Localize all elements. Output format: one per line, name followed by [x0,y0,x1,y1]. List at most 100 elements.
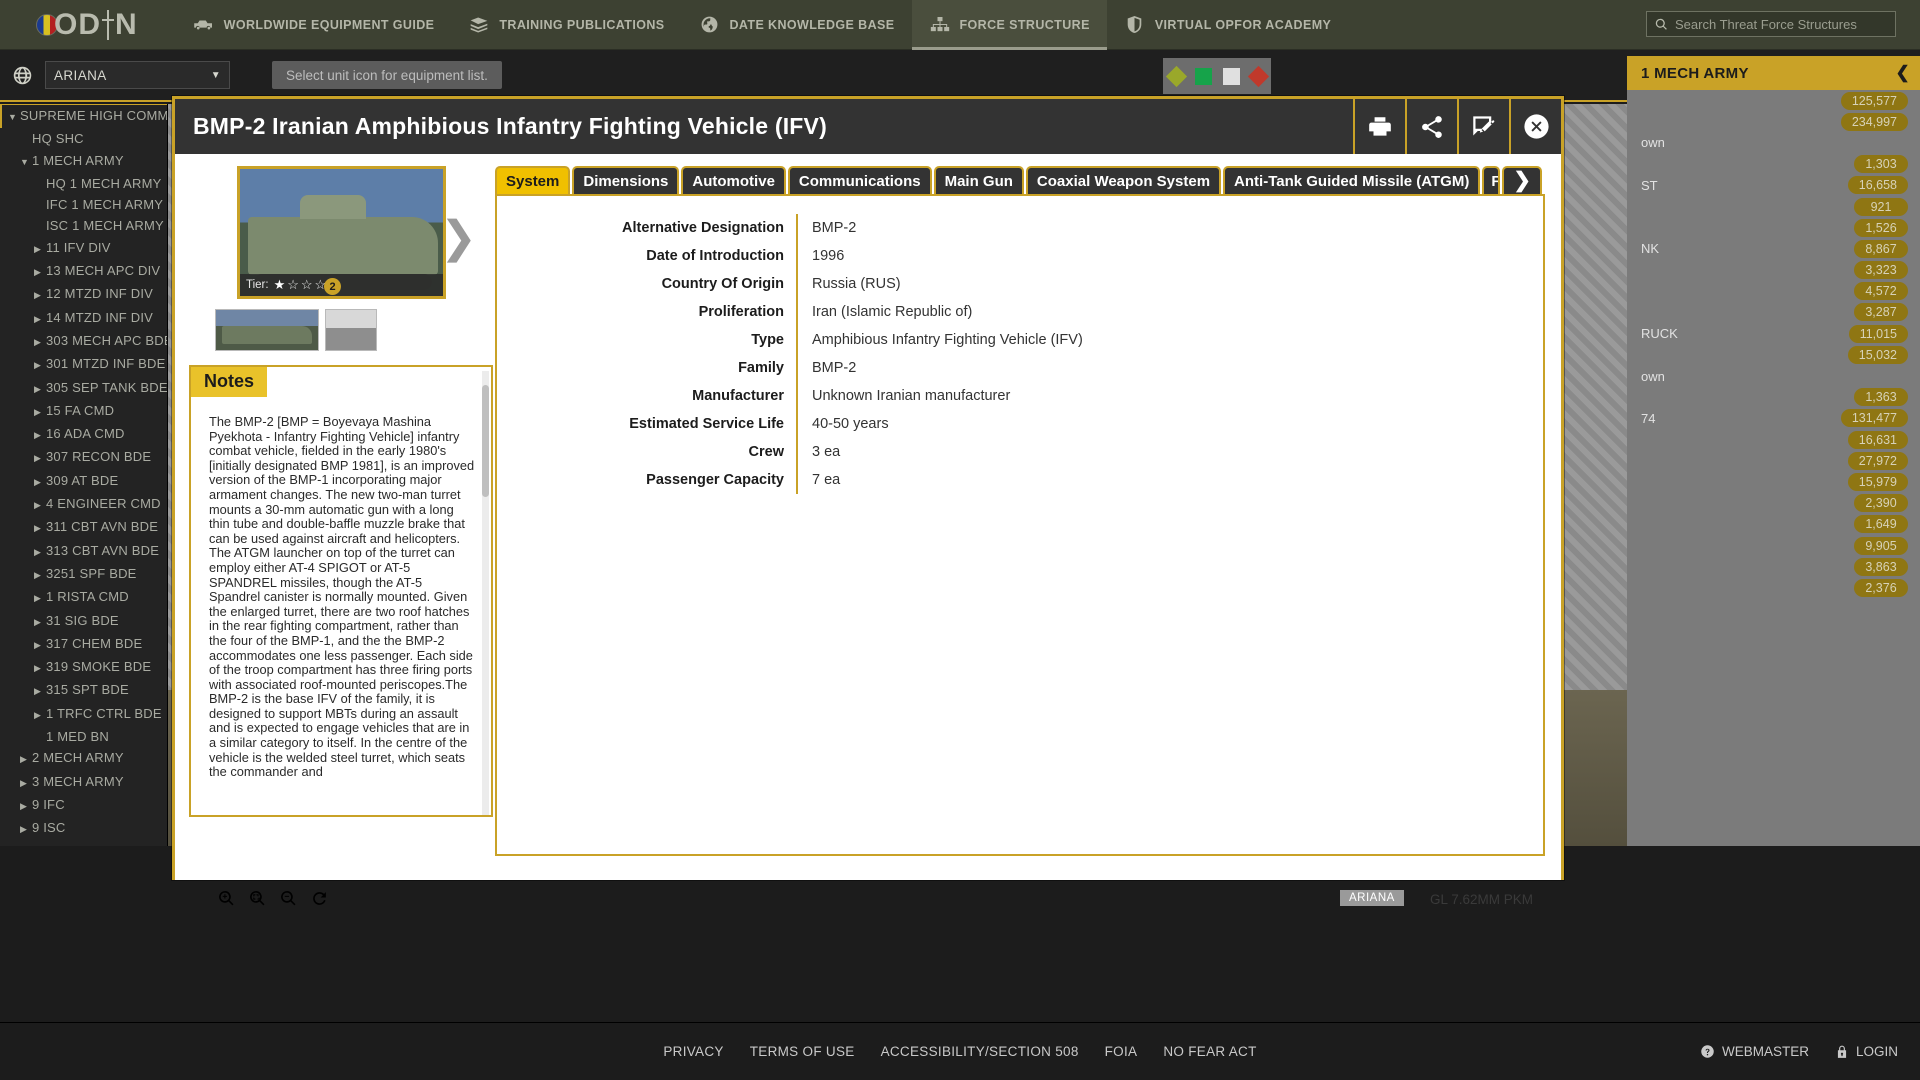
tree-item-1-med-bn[interactable]: 1 MED BN [0,726,167,747]
close-button[interactable] [1509,99,1561,154]
print-button[interactable] [1353,99,1405,154]
equipment-count-row[interactable]: 16,631 [1627,429,1920,450]
tree-item-2-mech-army[interactable]: ▶2 MECH ARMY [0,747,167,770]
chevron-right-icon[interactable]: ▶ [34,612,46,633]
equipment-count-row[interactable]: 3,287 [1627,302,1920,323]
map-zoom-controls[interactable] [218,890,328,912]
nav-item-virtual-opfor-academy[interactable]: VIRTUAL OPFOR ACADEMY [1107,0,1348,50]
chevron-right-icon[interactable]: ▶ [34,472,46,493]
tab-main-gun[interactable]: Main Gun [934,166,1024,196]
tab-communications[interactable]: Communications [788,166,932,196]
tree-item-9-isc[interactable]: ▶9 ISC [0,817,167,840]
tree-item-hq-1-mech-army[interactable]: HQ 1 MECH ARMY [0,173,167,194]
tree-item-isc-1-mech-army[interactable]: ISC 1 MECH ARMY [0,215,167,236]
tree-item-13-mech-apc-div[interactable]: ▶13 MECH APC DIV [0,260,167,283]
nav-item-worldwide-equipment-guide[interactable]: WORLDWIDE EQUIPMENT GUIDE [176,0,452,50]
share-button[interactable] [1405,99,1457,154]
tree-item-319-smoke-bde[interactable]: ▶319 SMOKE BDE [0,656,167,679]
chevron-right-icon[interactable]: ▶ [34,355,46,376]
chevron-right-icon[interactable]: ▶ [34,425,46,446]
legend-swatch-3[interactable] [1247,65,1268,86]
gallery-next-button[interactable]: ❯ [440,216,477,260]
equipment-count-row[interactable]: 921 [1627,196,1920,217]
tree-item-16-ada-cmd[interactable]: ▶16 ADA CMD [0,423,167,446]
equipment-count-panel[interactable]: 125,577234,997own1,303ST16,6589211,526NK… [1627,90,1920,846]
chevron-down-icon[interactable]: ▼ [8,107,20,128]
tree-item-303-mech-apc-bde[interactable]: ▶303 MECH APC BDE [0,330,167,353]
zoom-in-icon[interactable] [218,890,235,912]
equipment-count-row[interactable]: NK8,867 [1627,238,1920,259]
chevron-right-icon[interactable]: ▶ [20,819,32,840]
tree-item-311-cbt-avn-bde[interactable]: ▶311 CBT AVN BDE [0,516,167,539]
equipment-count-row[interactable]: 9,905 [1627,535,1920,556]
footer-link-accessibility-section-508[interactable]: ACCESSIBILITY/SECTION 508 [881,1044,1079,1059]
notes-edit-button[interactable] [1457,99,1509,154]
chevron-right-icon[interactable]: ▶ [34,635,46,656]
tree-item-11-ifv-div[interactable]: ▶11 IFV DIV [0,237,167,260]
chevron-right-icon[interactable]: ▶ [20,749,32,770]
tab-coaxial-weapon-system[interactable]: Coaxial Weapon System [1026,166,1221,196]
status-legend[interactable] [1163,58,1271,94]
equipment-count-row[interactable]: 15,979 [1627,471,1920,492]
chevron-right-icon[interactable]: ▶ [34,495,46,516]
tree-item-1-mech-army[interactable]: ▼1 MECH ARMY [0,150,167,173]
tree-item-31-sig-bde[interactable]: ▶31 SIG BDE [0,610,167,633]
tree-item-1-trfc-ctrl-bde[interactable]: ▶1 TRFC CTRL BDE [0,703,167,726]
tree-item-309-at-bde[interactable]: ▶309 AT BDE [0,470,167,493]
chevron-right-icon[interactable]: ▶ [34,448,46,469]
footer-link-foia[interactable]: FOIA [1105,1044,1138,1059]
equipment-count-row[interactable]: RUCK11,015 [1627,323,1920,344]
chevron-down-icon[interactable]: ▼ [20,152,32,173]
tree-item-supreme-high-comm[interactable]: ▼SUPREME HIGH COMM [0,104,167,128]
chevron-right-icon[interactable]: ▶ [34,658,46,679]
equipment-count-row[interactable]: 2,390 [1627,493,1920,514]
chevron-right-icon[interactable]: ▶ [34,262,46,283]
chevron-right-icon[interactable]: ▶ [34,681,46,702]
tree-item-15-fa-cmd[interactable]: ▶15 FA CMD [0,400,167,423]
search-box[interactable] [1646,11,1896,37]
tree-item-305-sep-tank-bde[interactable]: ▶305 SEP TANK BDE [0,377,167,400]
equipment-count-row[interactable]: 1,363 [1627,387,1920,408]
tree-item-12-mtzd-inf-div[interactable]: ▶12 MTZD INF DIV [0,283,167,306]
tab-anti-tank-guided-missile-atgm[interactable]: Anti-Tank Guided Missile (ATGM) [1223,166,1480,196]
legend-swatch-2[interactable] [1223,68,1240,85]
gallery-thumbnail[interactable] [325,309,377,351]
footer-link-no-fear-act[interactable]: NO FEAR ACT [1163,1044,1256,1059]
notes-body[interactable]: The BMP-2 [BMP = Boyevaya Mashina Pyekho… [191,405,491,815]
tree-item-hq-shc[interactable]: HQ SHC [0,128,167,149]
login-link[interactable]: LOGIN [1835,1044,1898,1059]
chevron-right-icon[interactable]: ▶ [34,309,46,330]
tree-item-4-engineer-cmd[interactable]: ▶4 ENGINEER CMD [0,493,167,516]
equipment-count-row[interactable]: 125,577 [1627,90,1920,111]
collapse-arrow-icon[interactable]: ❮ [1895,63,1910,83]
equipment-count-row[interactable]: 3,863 [1627,556,1920,577]
equipment-count-row[interactable]: 1,649 [1627,514,1920,535]
chevron-right-icon[interactable]: ▶ [34,239,46,260]
chevron-right-icon[interactable]: ▶ [34,402,46,423]
equipment-count-row[interactable]: own [1627,132,1920,153]
equipment-count-row[interactable]: 4,572 [1627,281,1920,302]
notes-scrollbar[interactable] [482,371,489,815]
reset-icon[interactable] [311,890,328,912]
tab-dimensions[interactable]: Dimensions [572,166,679,196]
equipment-count-row[interactable]: 2,376 [1627,577,1920,598]
chevron-right-icon[interactable]: ▶ [34,518,46,539]
tree-item-1-rista-cmd[interactable]: ▶1 RISTA CMD [0,586,167,609]
equipment-main-image[interactable]: Tier: ★ ☆ ☆ ☆ 2 [237,166,446,299]
footer-link-privacy[interactable]: PRIVACY [663,1044,723,1059]
webmaster-link[interactable]: WEBMASTER [1700,1044,1809,1059]
chevron-right-icon[interactable]: ▶ [20,773,32,794]
tree-item-315-spt-bde[interactable]: ▶315 SPT BDE [0,679,167,702]
zoom-extent-icon[interactable] [249,890,266,912]
chevron-right-icon[interactable]: ▶ [20,843,32,847]
equipment-count-row[interactable]: 27,972 [1627,450,1920,471]
chevron-right-icon[interactable]: ▶ [34,542,46,563]
equipment-count-row[interactable]: 74131,477 [1627,408,1920,429]
footer-link-terms-of-use[interactable]: TERMS OF USE [750,1044,855,1059]
chevron-right-icon[interactable]: ▶ [34,379,46,400]
chevron-right-icon[interactable]: ▶ [34,565,46,586]
nav-item-force-structure[interactable]: FORCE STRUCTURE [912,0,1107,50]
tree-item-ifc-1-mech-army[interactable]: IFC 1 MECH ARMY [0,194,167,215]
tree-item-92-mech-ifv-div[interactable]: ▶92 MECH IFV DIV [0,841,167,847]
tree-item-3-mech-army[interactable]: ▶3 MECH ARMY [0,771,167,794]
